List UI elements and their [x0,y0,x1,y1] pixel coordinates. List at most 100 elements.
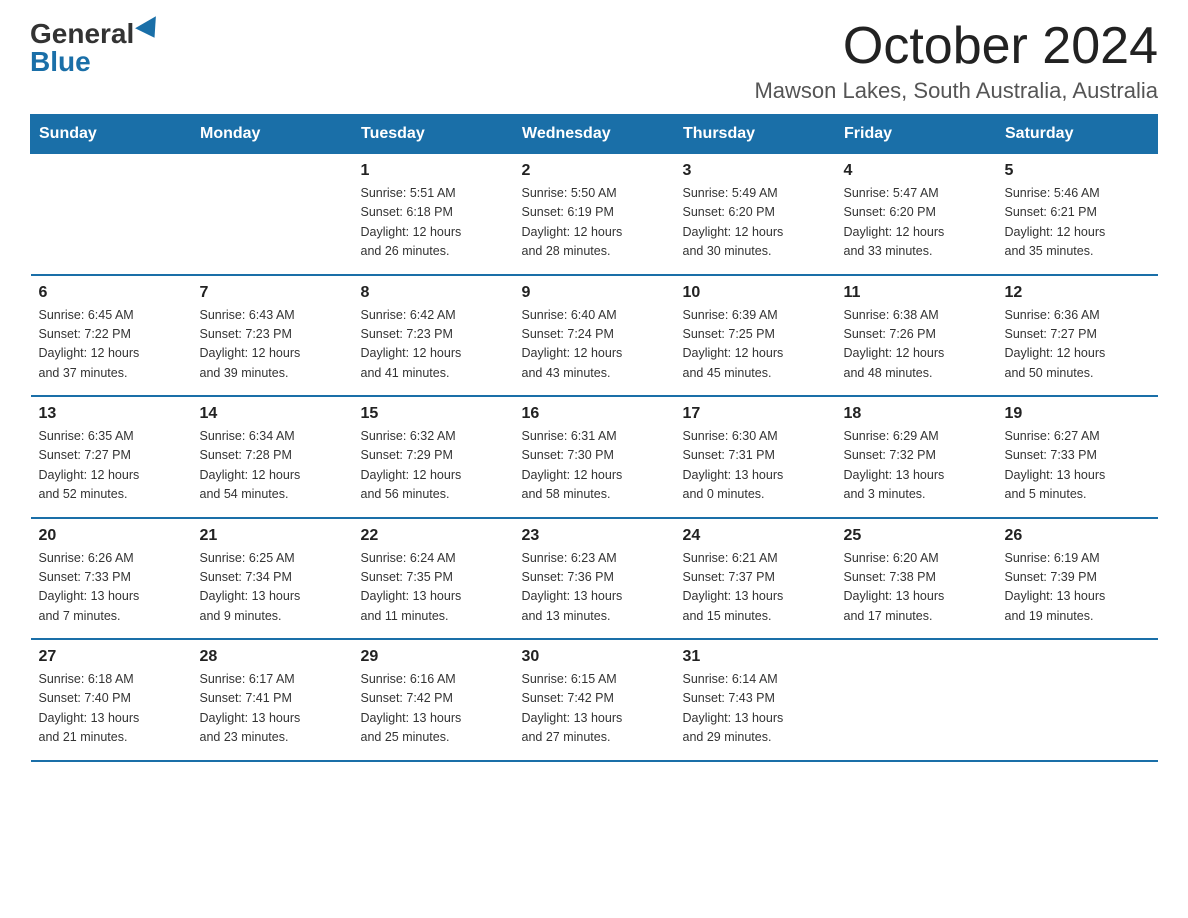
day-info: Sunrise: 6:45 AMSunset: 7:22 PMDaylight:… [39,306,184,384]
page-header: General Blue October 2024 Mawson Lakes, … [30,20,1158,104]
day-info: Sunrise: 6:23 AMSunset: 7:36 PMDaylight:… [522,549,667,627]
calendar-cell: 16Sunrise: 6:31 AMSunset: 7:30 PMDayligh… [514,396,675,518]
day-info: Sunrise: 6:18 AMSunset: 7:40 PMDaylight:… [39,670,184,748]
day-info: Sunrise: 6:24 AMSunset: 7:35 PMDaylight:… [361,549,506,627]
day-number: 17 [683,405,828,423]
day-info: Sunrise: 6:20 AMSunset: 7:38 PMDaylight:… [844,549,989,627]
day-info: Sunrise: 5:49 AMSunset: 6:20 PMDaylight:… [683,184,828,262]
weekday-header-row: SundayMondayTuesdayWednesdayThursdayFrid… [31,115,1158,154]
calendar-cell: 8 Sunrise: 6:42 AMSunset: 7:23 PMDaylight… [353,275,514,397]
day-number: 21 [200,527,345,545]
month-year-title: October 2024 [754,20,1158,72]
weekday-header-thursday: Thursday [675,115,836,154]
calendar-cell: 26Sunrise: 6:19 AMSunset: 7:39 PMDayligh… [997,518,1158,640]
calendar-cell: 23 Sunrise: 6:23 AMSunset: 7:36 PMDayligh… [514,518,675,640]
calendar-cell: 15 Sunrise: 6:32 AMSunset: 7:29 PMDayligh… [353,396,514,518]
day-info: Sunrise: 6:31 AMSunset: 7:30 PMDaylight:… [522,427,667,505]
day-number: 24 [683,527,828,545]
calendar-cell: 27 Sunrise: 6:18 AMSunset: 7:40 PMDayligh… [31,639,192,761]
calendar-body: 1 Sunrise: 5:51 AMSunset: 6:18 PMDaylight… [31,154,1158,761]
weekday-header-wednesday: Wednesday [514,115,675,154]
weekday-header-friday: Friday [836,115,997,154]
calendar-cell: 19 Sunrise: 6:27 AMSunset: 7:33 PMDayligh… [997,396,1158,518]
day-info: Sunrise: 5:47 AMSunset: 6:20 PMDaylight:… [844,184,989,262]
day-number: 25 [844,527,989,545]
day-info: Sunrise: 6:38 AMSunset: 7:26 PMDaylight:… [844,306,989,384]
day-info: Sunrise: 5:46 AMSunset: 6:21 PMDaylight:… [1005,184,1150,262]
day-number: 2 [522,162,667,180]
calendar-cell: 5Sunrise: 5:46 AMSunset: 6:21 PMDaylight… [997,154,1158,275]
calendar-week-row: 1 Sunrise: 5:51 AMSunset: 6:18 PMDaylight… [31,154,1158,275]
weekday-header-monday: Monday [192,115,353,154]
logo-blue: Blue [30,46,91,77]
day-number: 27 [39,648,184,666]
calendar-cell: 11 Sunrise: 6:38 AMSunset: 7:26 PMDayligh… [836,275,997,397]
day-number: 11 [844,284,989,302]
day-number: 20 [39,527,184,545]
day-number: 26 [1005,527,1150,545]
day-info: Sunrise: 6:16 AMSunset: 7:42 PMDaylight:… [361,670,506,748]
weekday-header-saturday: Saturday [997,115,1158,154]
calendar-cell: 30Sunrise: 6:15 AMSunset: 7:42 PMDayligh… [514,639,675,761]
day-number: 7 [200,284,345,302]
calendar-cell: 10 Sunrise: 6:39 AMSunset: 7:25 PMDayligh… [675,275,836,397]
day-info: Sunrise: 6:35 AMSunset: 7:27 PMDaylight:… [39,427,184,505]
day-info: Sunrise: 6:25 AMSunset: 7:34 PMDaylight:… [200,549,345,627]
day-number: 15 [361,405,506,423]
calendar-week-row: 6 Sunrise: 6:45 AMSunset: 7:22 PMDaylight… [31,275,1158,397]
day-info: Sunrise: 6:29 AMSunset: 7:32 PMDaylight:… [844,427,989,505]
day-number: 14 [200,405,345,423]
day-info: Sunrise: 6:36 AMSunset: 7:27 PMDaylight:… [1005,306,1150,384]
calendar-cell: 28 Sunrise: 6:17 AMSunset: 7:41 PMDayligh… [192,639,353,761]
day-number: 29 [361,648,506,666]
calendar-week-row: 13 Sunrise: 6:35 AMSunset: 7:27 PMDayligh… [31,396,1158,518]
calendar-cell: 24Sunrise: 6:21 AMSunset: 7:37 PMDayligh… [675,518,836,640]
day-number: 13 [39,405,184,423]
calendar-cell: 22 Sunrise: 6:24 AMSunset: 7:35 PMDayligh… [353,518,514,640]
day-info: Sunrise: 6:40 AMSunset: 7:24 PMDaylight:… [522,306,667,384]
calendar-table: SundayMondayTuesdayWednesdayThursdayFrid… [30,114,1158,762]
calendar-cell: 4 Sunrise: 5:47 AMSunset: 6:20 PMDaylight… [836,154,997,275]
calendar-cell [31,154,192,275]
logo-general: General [30,20,134,48]
calendar-cell: 25 Sunrise: 6:20 AMSunset: 7:38 PMDayligh… [836,518,997,640]
calendar-header: SundayMondayTuesdayWednesdayThursdayFrid… [31,115,1158,154]
day-info: Sunrise: 6:27 AMSunset: 7:33 PMDaylight:… [1005,427,1150,505]
day-info: Sunrise: 6:43 AMSunset: 7:23 PMDaylight:… [200,306,345,384]
calendar-cell: 1 Sunrise: 5:51 AMSunset: 6:18 PMDaylight… [353,154,514,275]
day-info: Sunrise: 6:32 AMSunset: 7:29 PMDaylight:… [361,427,506,505]
day-number: 3 [683,162,828,180]
calendar-cell: 13 Sunrise: 6:35 AMSunset: 7:27 PMDayligh… [31,396,192,518]
day-number: 4 [844,162,989,180]
logo: General Blue [30,20,162,76]
day-info: Sunrise: 6:26 AMSunset: 7:33 PMDaylight:… [39,549,184,627]
weekday-header-tuesday: Tuesday [353,115,514,154]
day-number: 1 [361,162,506,180]
day-number: 22 [361,527,506,545]
calendar-cell: 14 Sunrise: 6:34 AMSunset: 7:28 PMDayligh… [192,396,353,518]
day-info: Sunrise: 6:42 AMSunset: 7:23 PMDaylight:… [361,306,506,384]
calendar-cell: 31Sunrise: 6:14 AMSunset: 7:43 PMDayligh… [675,639,836,761]
day-number: 28 [200,648,345,666]
day-number: 31 [683,648,828,666]
day-number: 30 [522,648,667,666]
day-number: 6 [39,284,184,302]
day-number: 23 [522,527,667,545]
day-info: Sunrise: 6:39 AMSunset: 7:25 PMDaylight:… [683,306,828,384]
day-number: 10 [683,284,828,302]
day-info: Sunrise: 5:50 AMSunset: 6:19 PMDaylight:… [522,184,667,262]
calendar-cell [836,639,997,761]
day-info: Sunrise: 5:51 AMSunset: 6:18 PMDaylight:… [361,184,506,262]
day-info: Sunrise: 6:34 AMSunset: 7:28 PMDaylight:… [200,427,345,505]
day-number: 12 [1005,284,1150,302]
calendar-cell: 2 Sunrise: 5:50 AMSunset: 6:19 PMDaylight… [514,154,675,275]
day-number: 19 [1005,405,1150,423]
day-number: 8 [361,284,506,302]
calendar-cell: 18 Sunrise: 6:29 AMSunset: 7:32 PMDayligh… [836,396,997,518]
day-number: 18 [844,405,989,423]
day-info: Sunrise: 6:17 AMSunset: 7:41 PMDaylight:… [200,670,345,748]
calendar-cell: 6 Sunrise: 6:45 AMSunset: 7:22 PMDaylight… [31,275,192,397]
calendar-cell: 3 Sunrise: 5:49 AMSunset: 6:20 PMDaylight… [675,154,836,275]
calendar-cell: 12 Sunrise: 6:36 AMSunset: 7:27 PMDayligh… [997,275,1158,397]
day-info: Sunrise: 6:30 AMSunset: 7:31 PMDaylight:… [683,427,828,505]
